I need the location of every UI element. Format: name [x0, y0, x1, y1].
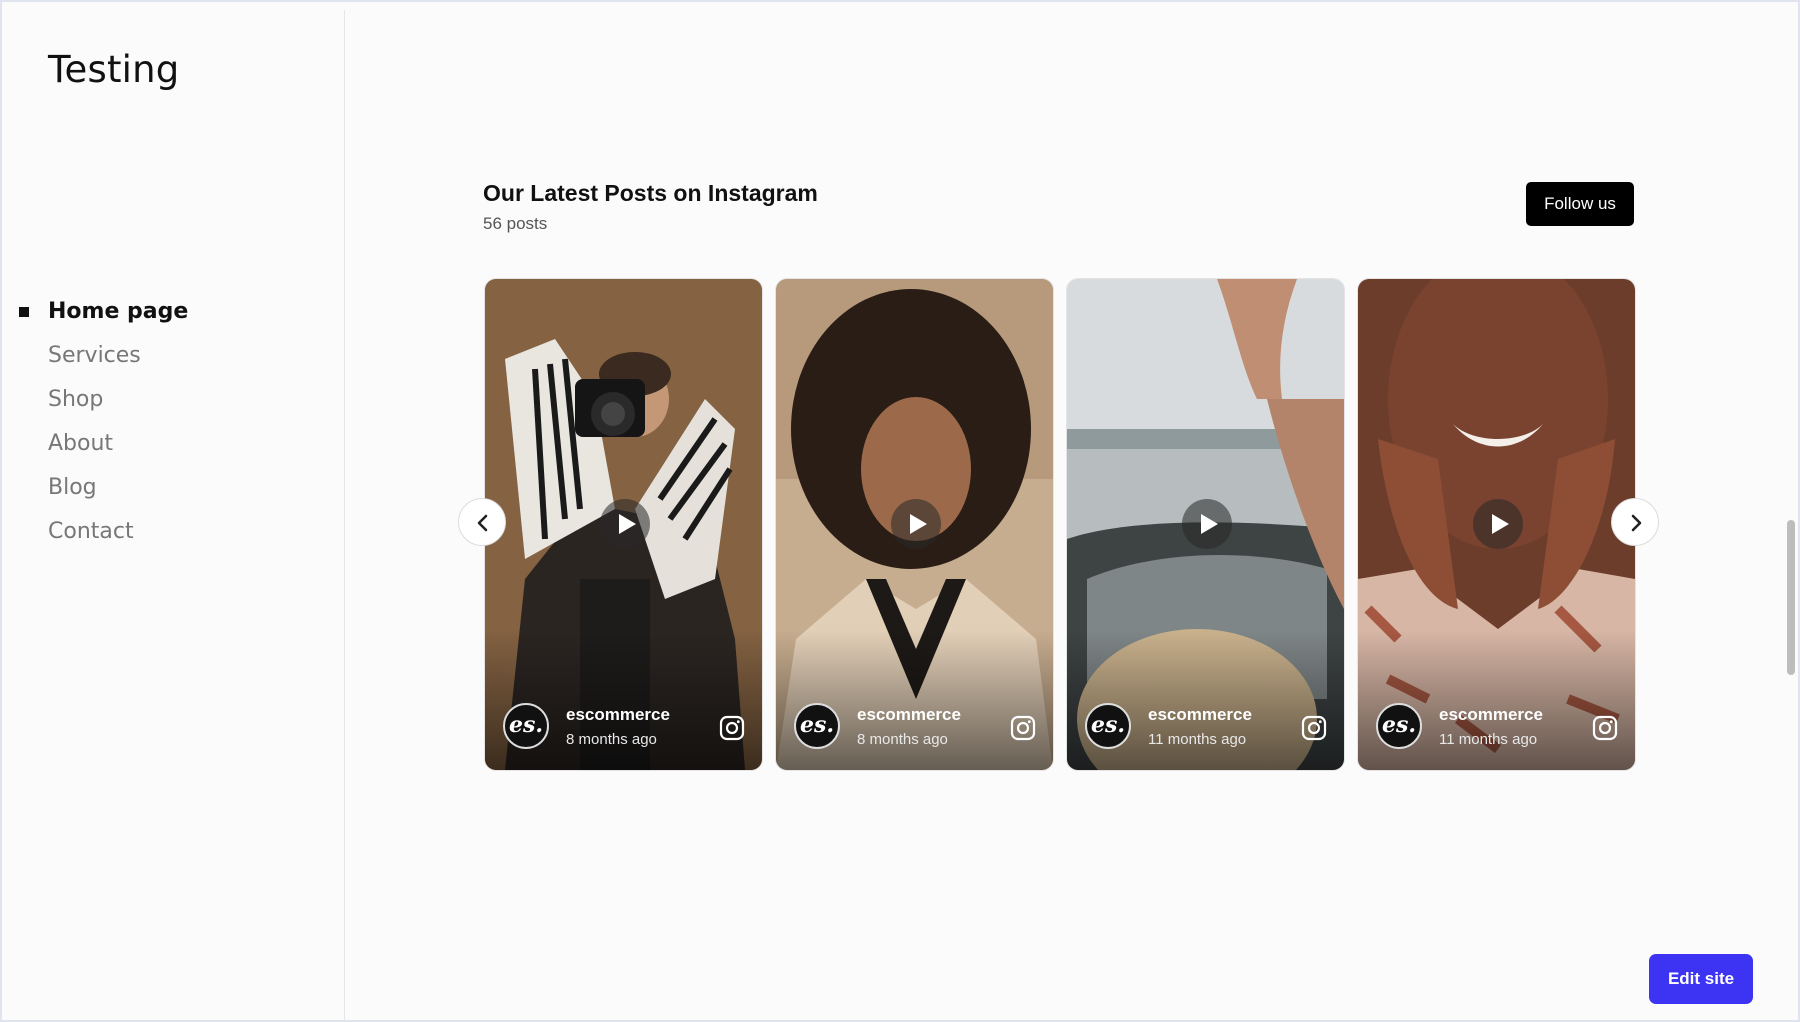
nav-item-label: Services — [48, 343, 141, 368]
nav-item-label: Home page — [48, 299, 189, 324]
edit-site-button[interactable]: Edit site — [1649, 954, 1753, 1004]
instagram-icon[interactable] — [1010, 715, 1036, 741]
main-nav: Home page Services Shop About Blog Conta… — [4, 290, 188, 554]
scrollbar-thumb[interactable] — [1787, 520, 1795, 675]
author-avatar: es. — [1376, 703, 1422, 749]
author-avatar: es. — [794, 703, 840, 749]
nav-item-label: Shop — [48, 387, 104, 412]
nav-item-contact[interactable]: Contact — [4, 510, 188, 554]
active-bullet-icon — [19, 307, 29, 317]
nav-item-label: Blog — [48, 475, 97, 500]
card-shade — [485, 630, 762, 770]
feed-title: Our Latest Posts on Instagram — [483, 180, 818, 206]
instagram-icon[interactable] — [1592, 715, 1618, 741]
card-shade — [1067, 630, 1344, 770]
nav-item-about[interactable]: About — [4, 422, 188, 466]
post-card[interactable]: es. escommerce 11 months ago — [1357, 278, 1636, 771]
post-author: escommerce — [1148, 705, 1252, 724]
post-author: escommerce — [857, 705, 961, 724]
carousel-next-button[interactable] — [1611, 498, 1659, 546]
play-icon[interactable] — [891, 499, 941, 549]
play-icon[interactable] — [1473, 499, 1523, 549]
follow-us-button[interactable]: Follow us — [1526, 182, 1634, 226]
sidebar: Testing Home page Services Shop About Bl… — [4, 10, 345, 1022]
nav-item-label: Contact — [48, 519, 134, 544]
post-time: 11 months ago — [1148, 731, 1247, 748]
post-time: 11 months ago — [1439, 731, 1538, 748]
instagram-icon[interactable] — [719, 715, 745, 741]
post-card[interactable]: es. escommerce 11 months ago — [1066, 278, 1345, 771]
post-card[interactable]: es. escommerce 8 months ago — [775, 278, 1054, 771]
chevron-left-icon — [477, 514, 488, 532]
post-card[interactable]: es. escommerce 8 months ago — [484, 278, 763, 771]
post-author: escommerce — [566, 705, 670, 724]
instagram-carousel: es. escommerce 8 months ago es. escommer… — [484, 278, 1636, 771]
chevron-right-icon — [1631, 514, 1642, 532]
play-icon[interactable] — [1182, 499, 1232, 549]
nav-item-label: About — [48, 431, 114, 456]
post-time: 8 months ago — [566, 731, 657, 748]
author-avatar: es. — [503, 703, 549, 749]
card-shade — [776, 630, 1053, 770]
instagram-icon[interactable] — [1301, 715, 1327, 741]
play-icon[interactable] — [600, 499, 650, 549]
post-count: 56 posts — [483, 214, 548, 233]
site-title[interactable]: Testing — [48, 48, 179, 91]
carousel-prev-button[interactable] — [458, 498, 506, 546]
nav-item-blog[interactable]: Blog — [4, 466, 188, 510]
nav-item-shop[interactable]: Shop — [4, 378, 188, 422]
nav-item-services[interactable]: Services — [4, 334, 188, 378]
main-content: Our Latest Posts on Instagram 56 posts F… — [345, 4, 1775, 1020]
nav-item-home[interactable]: Home page — [4, 290, 188, 334]
author-avatar: es. — [1085, 703, 1131, 749]
card-shade — [1358, 630, 1635, 770]
post-time: 8 months ago — [857, 731, 948, 748]
page-frame: Testing Home page Services Shop About Bl… — [0, 0, 1800, 1022]
post-author: escommerce — [1439, 705, 1543, 724]
